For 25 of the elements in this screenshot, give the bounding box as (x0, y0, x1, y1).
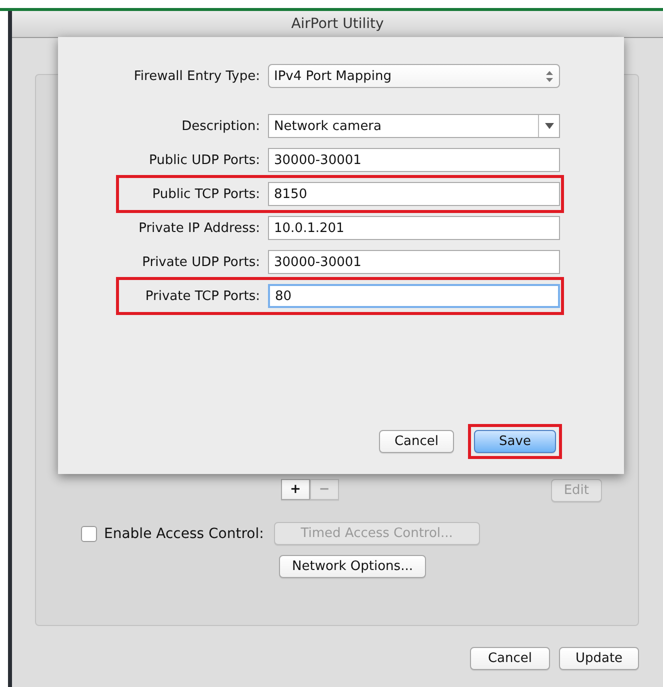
save-button[interactable]: Save (474, 430, 556, 453)
footer-button[interactable]: Update (559, 647, 639, 670)
add-button[interactable]: + (281, 479, 310, 500)
stepper-arrows-icon (546, 70, 553, 82)
cancel-button[interactable]: Cancel (379, 430, 454, 453)
input-field[interactable]: 80 (268, 284, 560, 308)
popup-menu[interactable]: IPv4 Port Mapping (268, 64, 560, 88)
input-field[interactable]: 10.0.1.201 (268, 216, 560, 240)
dropdown-arrow-icon[interactable] (544, 123, 554, 129)
input-field[interactable]: 8150 (268, 182, 560, 206)
field-label: Public UDP Ports: (148, 152, 261, 168)
combo-box[interactable]: Network camera (268, 114, 560, 138)
footer-button[interactable]: Cancel (470, 647, 550, 670)
field-label: Private TCP Ports: (144, 288, 261, 304)
window-title: AirPort Utility (12, 11, 663, 38)
field-label: Private UDP Ports: (141, 254, 261, 270)
checkbox-label: Enable Access Control: (104, 526, 264, 542)
field-label: Description: (180, 118, 261, 134)
field-label: Firewall Entry Type: (132, 68, 261, 84)
input-field[interactable]: 30000-30001 (268, 148, 560, 172)
network-options-button[interactable]: Network Options... (279, 555, 426, 578)
checkbox[interactable] (81, 526, 97, 542)
field-label: Private IP Address: (138, 220, 261, 236)
field-label: Public TCP Ports: (151, 186, 261, 202)
input-field[interactable]: 30000-30001 (268, 250, 560, 274)
